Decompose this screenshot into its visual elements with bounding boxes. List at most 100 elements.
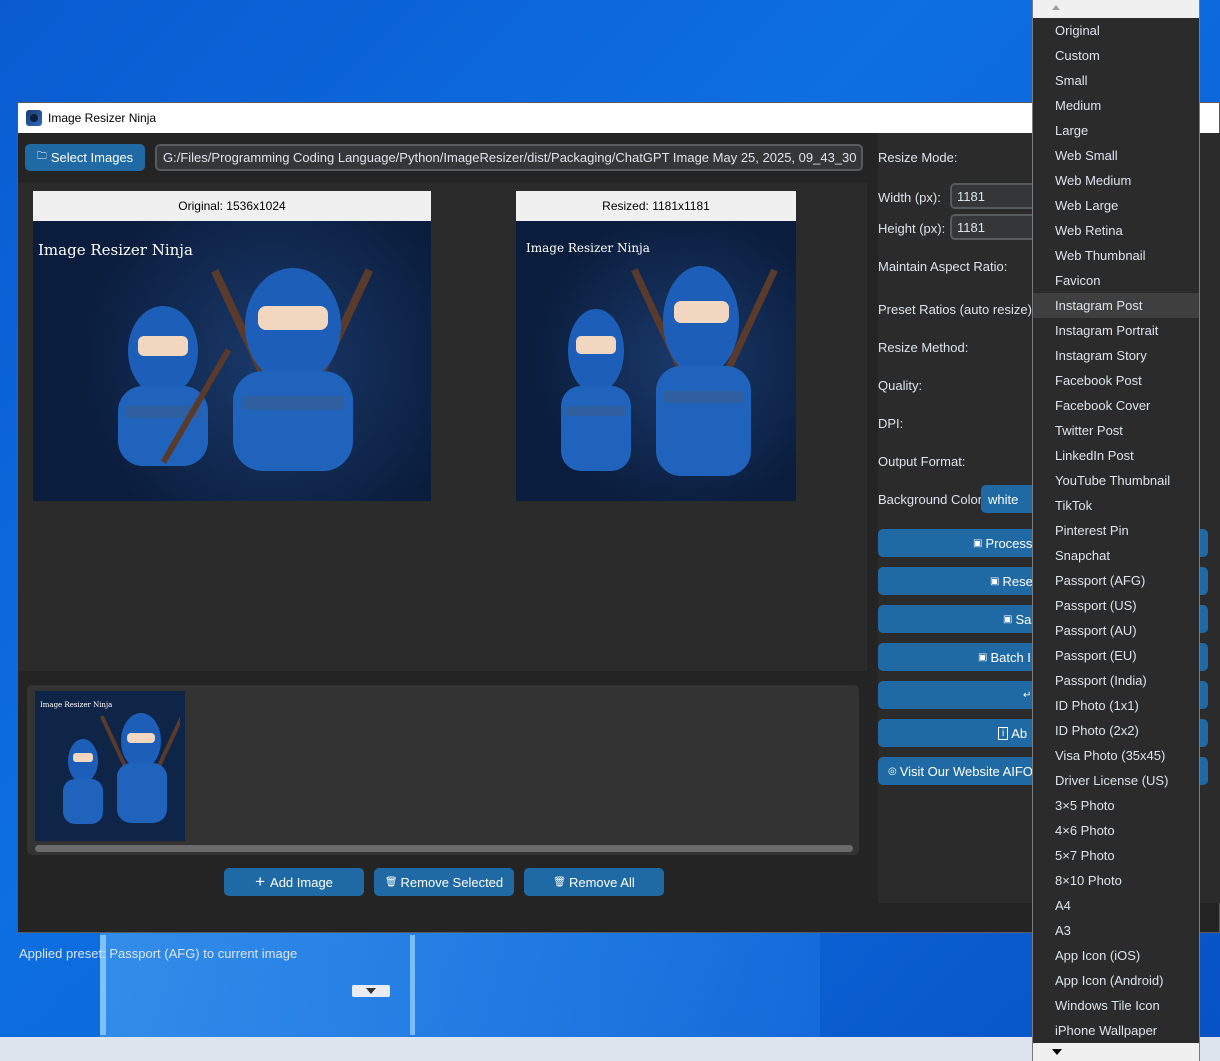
preset-option[interactable]: Medium — [1033, 93, 1199, 118]
preset-option[interactable]: Windows Tile Icon — [1033, 993, 1199, 1018]
file-path-text: G:/Files/Programming Coding Language/Pyt… — [163, 150, 863, 165]
preset-option[interactable]: Facebook Post — [1033, 368, 1199, 393]
preset-option[interactable]: Custom — [1033, 43, 1199, 68]
preset-option[interactable]: Web Medium — [1033, 168, 1199, 193]
preset-option[interactable]: 5×7 Photo — [1033, 843, 1199, 868]
batch-icon: ▣ — [978, 651, 988, 663]
info-icon: i — [998, 726, 1009, 740]
visit-website-label: Visit Our Website AIFO — [899, 763, 1033, 779]
app-logo-icon — [26, 110, 42, 126]
about-label: Ab — [1011, 725, 1028, 741]
preset-option[interactable]: 4×6 Photo — [1033, 818, 1199, 843]
preset-option[interactable]: Passport (AFG) — [1033, 568, 1199, 593]
preview-area: Original: 1536x1024 Image Resizer Ninja — [18, 183, 867, 671]
preset-option[interactable]: Passport (India) — [1033, 668, 1199, 693]
resized-image-card: Resized: 1181x1181 Image Resizer Ninja — [516, 191, 796, 501]
background-color-label: Background Color: — [878, 492, 986, 507]
preset-dropdown[interactable]: Original Custom Small Medium Large Web Small W… — [1032, 0, 1200, 1061]
trash-icon: 🗑 — [553, 876, 566, 888]
background-color-value: white — [988, 491, 1019, 507]
aspect-ratio-label: Maintain Aspect Ratio: — [878, 259, 1008, 274]
thumb-icon: ↵ — [1023, 689, 1032, 701]
preset-option[interactable]: YouTube Thumbnail — [1033, 468, 1199, 493]
save-label: Sa — [1015, 611, 1032, 627]
tray-chevron-icon[interactable] — [352, 985, 390, 997]
original-image-card: Original: 1536x1024 Image Resizer Ninja — [33, 191, 431, 501]
preset-option[interactable]: Pinterest Pin — [1033, 518, 1199, 543]
preset-option[interactable]: Web Small — [1033, 143, 1199, 168]
width-label: Width (px): — [878, 190, 941, 205]
reset-icon: ▣ — [990, 575, 1000, 587]
ninja-illustration — [118, 268, 373, 471]
preset-option[interactable]: Passport (AU) — [1033, 618, 1199, 643]
preset-option[interactable]: LinkedIn Post — [1033, 443, 1199, 468]
preset-option[interactable]: ID Photo (1x1) — [1033, 693, 1199, 718]
preset-option[interactable]: A3 — [1033, 918, 1199, 943]
scroll-up-arrow-icon[interactable] — [1033, 0, 1199, 18]
window-title: Image Resizer Ninja — [48, 111, 157, 125]
quality-label: Quality: — [878, 378, 923, 393]
remove-selected-label: Remove Selected — [400, 874, 504, 890]
select-images-label: Select Images — [50, 150, 134, 165]
thumbnail-scrollbar[interactable] — [35, 845, 853, 852]
ninja-illustration — [561, 266, 778, 476]
ninja-thumbnail — [63, 713, 180, 824]
preset-option[interactable]: Facebook Cover — [1033, 393, 1199, 418]
preset-option[interactable]: Instagram Story — [1033, 343, 1199, 368]
preset-option[interactable]: A4 — [1033, 893, 1199, 918]
preset-ratios-label: Preset Ratios (auto resize): — [878, 302, 1036, 317]
globe-icon: ◎ — [888, 765, 897, 777]
trash-icon: 🗑 — [384, 876, 398, 888]
preset-option[interactable]: Driver License (US) — [1033, 768, 1199, 793]
preset-option[interactable]: TikTok — [1033, 493, 1199, 518]
preset-option[interactable]: 3×5 Photo — [1033, 793, 1199, 818]
remove-all-label: Remove All — [568, 874, 635, 890]
scroll-down-arrow-icon[interactable] — [1033, 1043, 1199, 1061]
plus-icon: + — [255, 872, 266, 891]
remove-all-button[interactable]: 🗑 Remove All — [524, 868, 664, 896]
preset-option[interactable]: Original — [1033, 18, 1199, 43]
thumbnail-image[interactable]: Image Resizer Ninja — [35, 691, 185, 841]
preset-option[interactable]: Large — [1033, 118, 1199, 143]
preset-option[interactable]: Passport (EU) — [1033, 643, 1199, 668]
left-panel: 🗀 Select Images G:/Files/Programming Cod… — [18, 133, 867, 961]
resize-mode-label: Resize Mode: — [878, 150, 958, 165]
preset-option[interactable]: ID Photo (2x2) — [1033, 718, 1199, 743]
preset-option[interactable]: Web Thumbnail — [1033, 243, 1199, 268]
output-format-label: Output Format: — [878, 454, 966, 469]
preset-option[interactable]: Web Large — [1033, 193, 1199, 218]
thumbnail-strip: Image Resizer Ninja — [27, 685, 859, 855]
height-value: 1181 — [957, 219, 985, 235]
preset-option[interactable]: Passport (US) — [1033, 593, 1199, 618]
select-images-button[interactable]: 🗀 Select Images — [25, 144, 145, 171]
resize-method-label: Resize Method: — [878, 340, 969, 355]
preset-option[interactable]: Small — [1033, 68, 1199, 93]
remove-selected-button[interactable]: 🗑 Remove Selected — [374, 868, 514, 896]
preset-option-list: Original Custom Small Medium Large Web Small W… — [1033, 18, 1199, 1043]
original-image: Image Resizer Ninja — [33, 221, 431, 501]
preset-option[interactable]: iPhone Wallpaper — [1033, 1018, 1199, 1043]
preset-option[interactable]: App Icon (iOS) — [1033, 943, 1199, 968]
preset-option[interactable]: Favicon — [1033, 268, 1199, 293]
file-path-field[interactable]: G:/Files/Programming Coding Language/Pyt… — [155, 144, 863, 171]
preset-option[interactable]: Visa Photo (35x45) — [1033, 743, 1199, 768]
add-image-button[interactable]: + Add Image — [224, 868, 364, 896]
resized-image: Image Resizer Ninja — [516, 221, 796, 501]
preset-option[interactable]: Instagram Portrait — [1033, 318, 1199, 343]
preset-option[interactable]: 8×10 Photo — [1033, 868, 1199, 893]
dpi-label: DPI: — [878, 416, 904, 431]
status-bar: Applied preset: Passport (AFG) to curren… — [19, 946, 298, 961]
batch-label: Batch I — [990, 649, 1031, 665]
original-size-label: Original: 1536x1024 — [33, 191, 431, 221]
preset-option[interactable]: Web Retina — [1033, 218, 1199, 243]
resized-size-label: Resized: 1181x1181 — [516, 191, 796, 221]
process-icon: ▣ — [973, 537, 983, 549]
save-icon: ▣ — [1003, 613, 1013, 625]
preset-option[interactable]: Snapchat — [1033, 543, 1199, 568]
width-value: 1181 — [957, 188, 985, 204]
folder-icon: 🗀 — [36, 151, 47, 162]
preset-option[interactable]: Instagram Post — [1033, 293, 1199, 318]
add-image-label: Add Image — [270, 874, 333, 890]
preset-option[interactable]: App Icon (Android) — [1033, 968, 1199, 993]
preset-option[interactable]: Twitter Post — [1033, 418, 1199, 443]
